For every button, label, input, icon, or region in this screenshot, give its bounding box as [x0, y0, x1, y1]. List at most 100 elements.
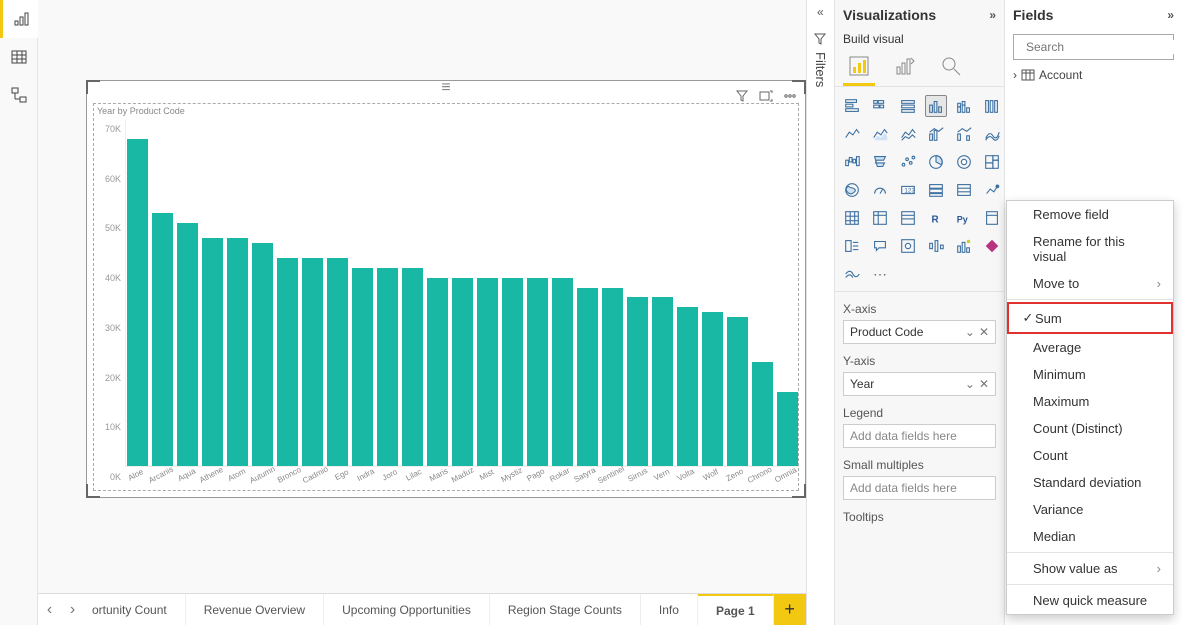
collapse-visualizations-button[interactable]: » — [989, 8, 996, 22]
viz-type-button[interactable] — [869, 179, 891, 201]
yaxis-field-well[interactable]: Year ⌄✕ — [843, 372, 996, 396]
viz-type-button[interactable] — [953, 179, 975, 201]
build-visual-tab[interactable] — [845, 52, 873, 80]
menu-item[interactable]: Count — [1007, 442, 1173, 469]
viz-type-button[interactable] — [841, 95, 863, 117]
menu-item[interactable]: New quick measure — [1007, 587, 1173, 614]
focus-mode-icon[interactable] — [757, 87, 775, 105]
bar[interactable] — [351, 119, 374, 466]
viz-type-button[interactable] — [841, 123, 863, 145]
bar[interactable] — [651, 119, 674, 466]
page-scroll-left[interactable]: ‹ — [38, 594, 61, 625]
viz-type-button[interactable] — [897, 95, 919, 117]
visual-drag-handle[interactable]: ≡ — [432, 85, 460, 99]
bar[interactable] — [576, 119, 599, 466]
collapse-fields-button[interactable]: » — [1167, 8, 1174, 22]
fields-search-input[interactable] — [1026, 40, 1181, 54]
menu-item[interactable]: Median — [1007, 523, 1173, 550]
bar[interactable] — [501, 119, 524, 466]
visual-container[interactable]: ≡ Year by Product Code 0K10K20K30K40K50K… — [86, 80, 806, 498]
bar[interactable] — [776, 119, 799, 466]
viz-type-button[interactable] — [953, 235, 975, 257]
viz-type-button[interactable] — [925, 123, 947, 145]
page-tab[interactable]: ortunity Count — [84, 594, 186, 625]
bar[interactable] — [326, 119, 349, 466]
viz-type-button[interactable] — [953, 123, 975, 145]
menu-item[interactable]: Variance — [1007, 496, 1173, 523]
viz-type-button[interactable] — [841, 263, 863, 285]
page-tab[interactable]: Revenue Overview — [186, 594, 324, 625]
menu-item[interactable]: Count (Distinct) — [1007, 415, 1173, 442]
report-view-button[interactable] — [0, 0, 38, 38]
bar[interactable] — [726, 119, 749, 466]
viz-type-button[interactable] — [897, 123, 919, 145]
viz-type-button[interactable] — [897, 207, 919, 229]
bar[interactable] — [251, 119, 274, 466]
xaxis-dropdown-icon[interactable]: ⌄ — [965, 325, 975, 339]
small-multiples-field-well[interactable]: Add data fields here — [843, 476, 996, 500]
viz-type-button[interactable]: R — [925, 207, 947, 229]
xaxis-field-well[interactable]: Product Code ⌄✕ — [843, 320, 996, 344]
bar[interactable] — [151, 119, 174, 466]
fields-search-box[interactable] — [1013, 34, 1174, 60]
bar[interactable] — [551, 119, 574, 466]
viz-type-button[interactable] — [869, 123, 891, 145]
viz-type-button[interactable] — [925, 235, 947, 257]
viz-type-button[interactable] — [981, 235, 1003, 257]
page-tab[interactable]: Region Stage Counts — [490, 594, 641, 625]
bar[interactable] — [676, 119, 699, 466]
bar[interactable] — [701, 119, 724, 466]
xaxis-remove-icon[interactable]: ✕ — [979, 325, 989, 339]
page-tab[interactable]: Upcoming Opportunities — [324, 594, 490, 625]
viz-type-button[interactable] — [841, 207, 863, 229]
viz-type-button[interactable] — [953, 95, 975, 117]
menu-item[interactable]: Average — [1007, 334, 1173, 361]
resize-handle-tl[interactable] — [86, 80, 100, 94]
analytics-tab[interactable] — [937, 52, 965, 80]
bar[interactable] — [301, 119, 324, 466]
viz-type-button[interactable] — [981, 179, 1003, 201]
menu-item[interactable]: Minimum — [1007, 361, 1173, 388]
filter-icon[interactable] — [733, 87, 751, 105]
bar[interactable] — [201, 119, 224, 466]
viz-type-button[interactable] — [841, 179, 863, 201]
bar[interactable] — [276, 119, 299, 466]
viz-type-button[interactable] — [925, 95, 947, 117]
viz-type-button[interactable] — [925, 151, 947, 173]
viz-type-button[interactable]: 123 — [897, 179, 919, 201]
viz-type-button[interactable]: Py — [953, 207, 975, 229]
bar[interactable] — [176, 119, 199, 466]
yaxis-remove-icon[interactable]: ✕ — [979, 377, 989, 391]
data-view-button[interactable] — [0, 38, 38, 76]
menu-item[interactable]: Rename for this visual — [1007, 228, 1173, 270]
viz-type-button[interactable] — [841, 235, 863, 257]
viz-type-button[interactable] — [925, 179, 947, 201]
filters-pane-label[interactable]: Filters — [813, 32, 828, 87]
menu-item[interactable]: Remove field — [1007, 201, 1173, 228]
viz-type-button[interactable] — [897, 235, 919, 257]
bar[interactable] — [626, 119, 649, 466]
page-tab[interactable]: Page 1 — [698, 594, 774, 625]
viz-type-button[interactable] — [897, 151, 919, 173]
bar[interactable] — [401, 119, 424, 466]
bar[interactable] — [601, 119, 624, 466]
viz-type-button[interactable] — [953, 151, 975, 173]
page-tab[interactable]: Info — [641, 594, 698, 625]
menu-item[interactable]: Move to› — [1007, 270, 1173, 297]
viz-type-button[interactable] — [869, 95, 891, 117]
viz-type-button[interactable] — [869, 235, 891, 257]
bar[interactable] — [451, 119, 474, 466]
bar[interactable] — [126, 119, 149, 466]
model-view-button[interactable] — [0, 76, 38, 114]
bar[interactable] — [751, 119, 774, 466]
viz-type-button[interactable] — [869, 207, 891, 229]
report-canvas[interactable]: ≡ Year by Product Code 0K10K20K30K40K50K… — [38, 0, 806, 593]
page-scroll-right[interactable]: › — [61, 594, 84, 625]
viz-type-button[interactable] — [841, 151, 863, 173]
format-visual-tab[interactable] — [891, 52, 919, 80]
expand-filters-button[interactable]: « — [807, 0, 834, 24]
menu-item[interactable]: Maximum — [1007, 388, 1173, 415]
viz-type-button[interactable] — [869, 151, 891, 173]
bar[interactable] — [226, 119, 249, 466]
table-account[interactable]: › Account — [1013, 68, 1174, 82]
